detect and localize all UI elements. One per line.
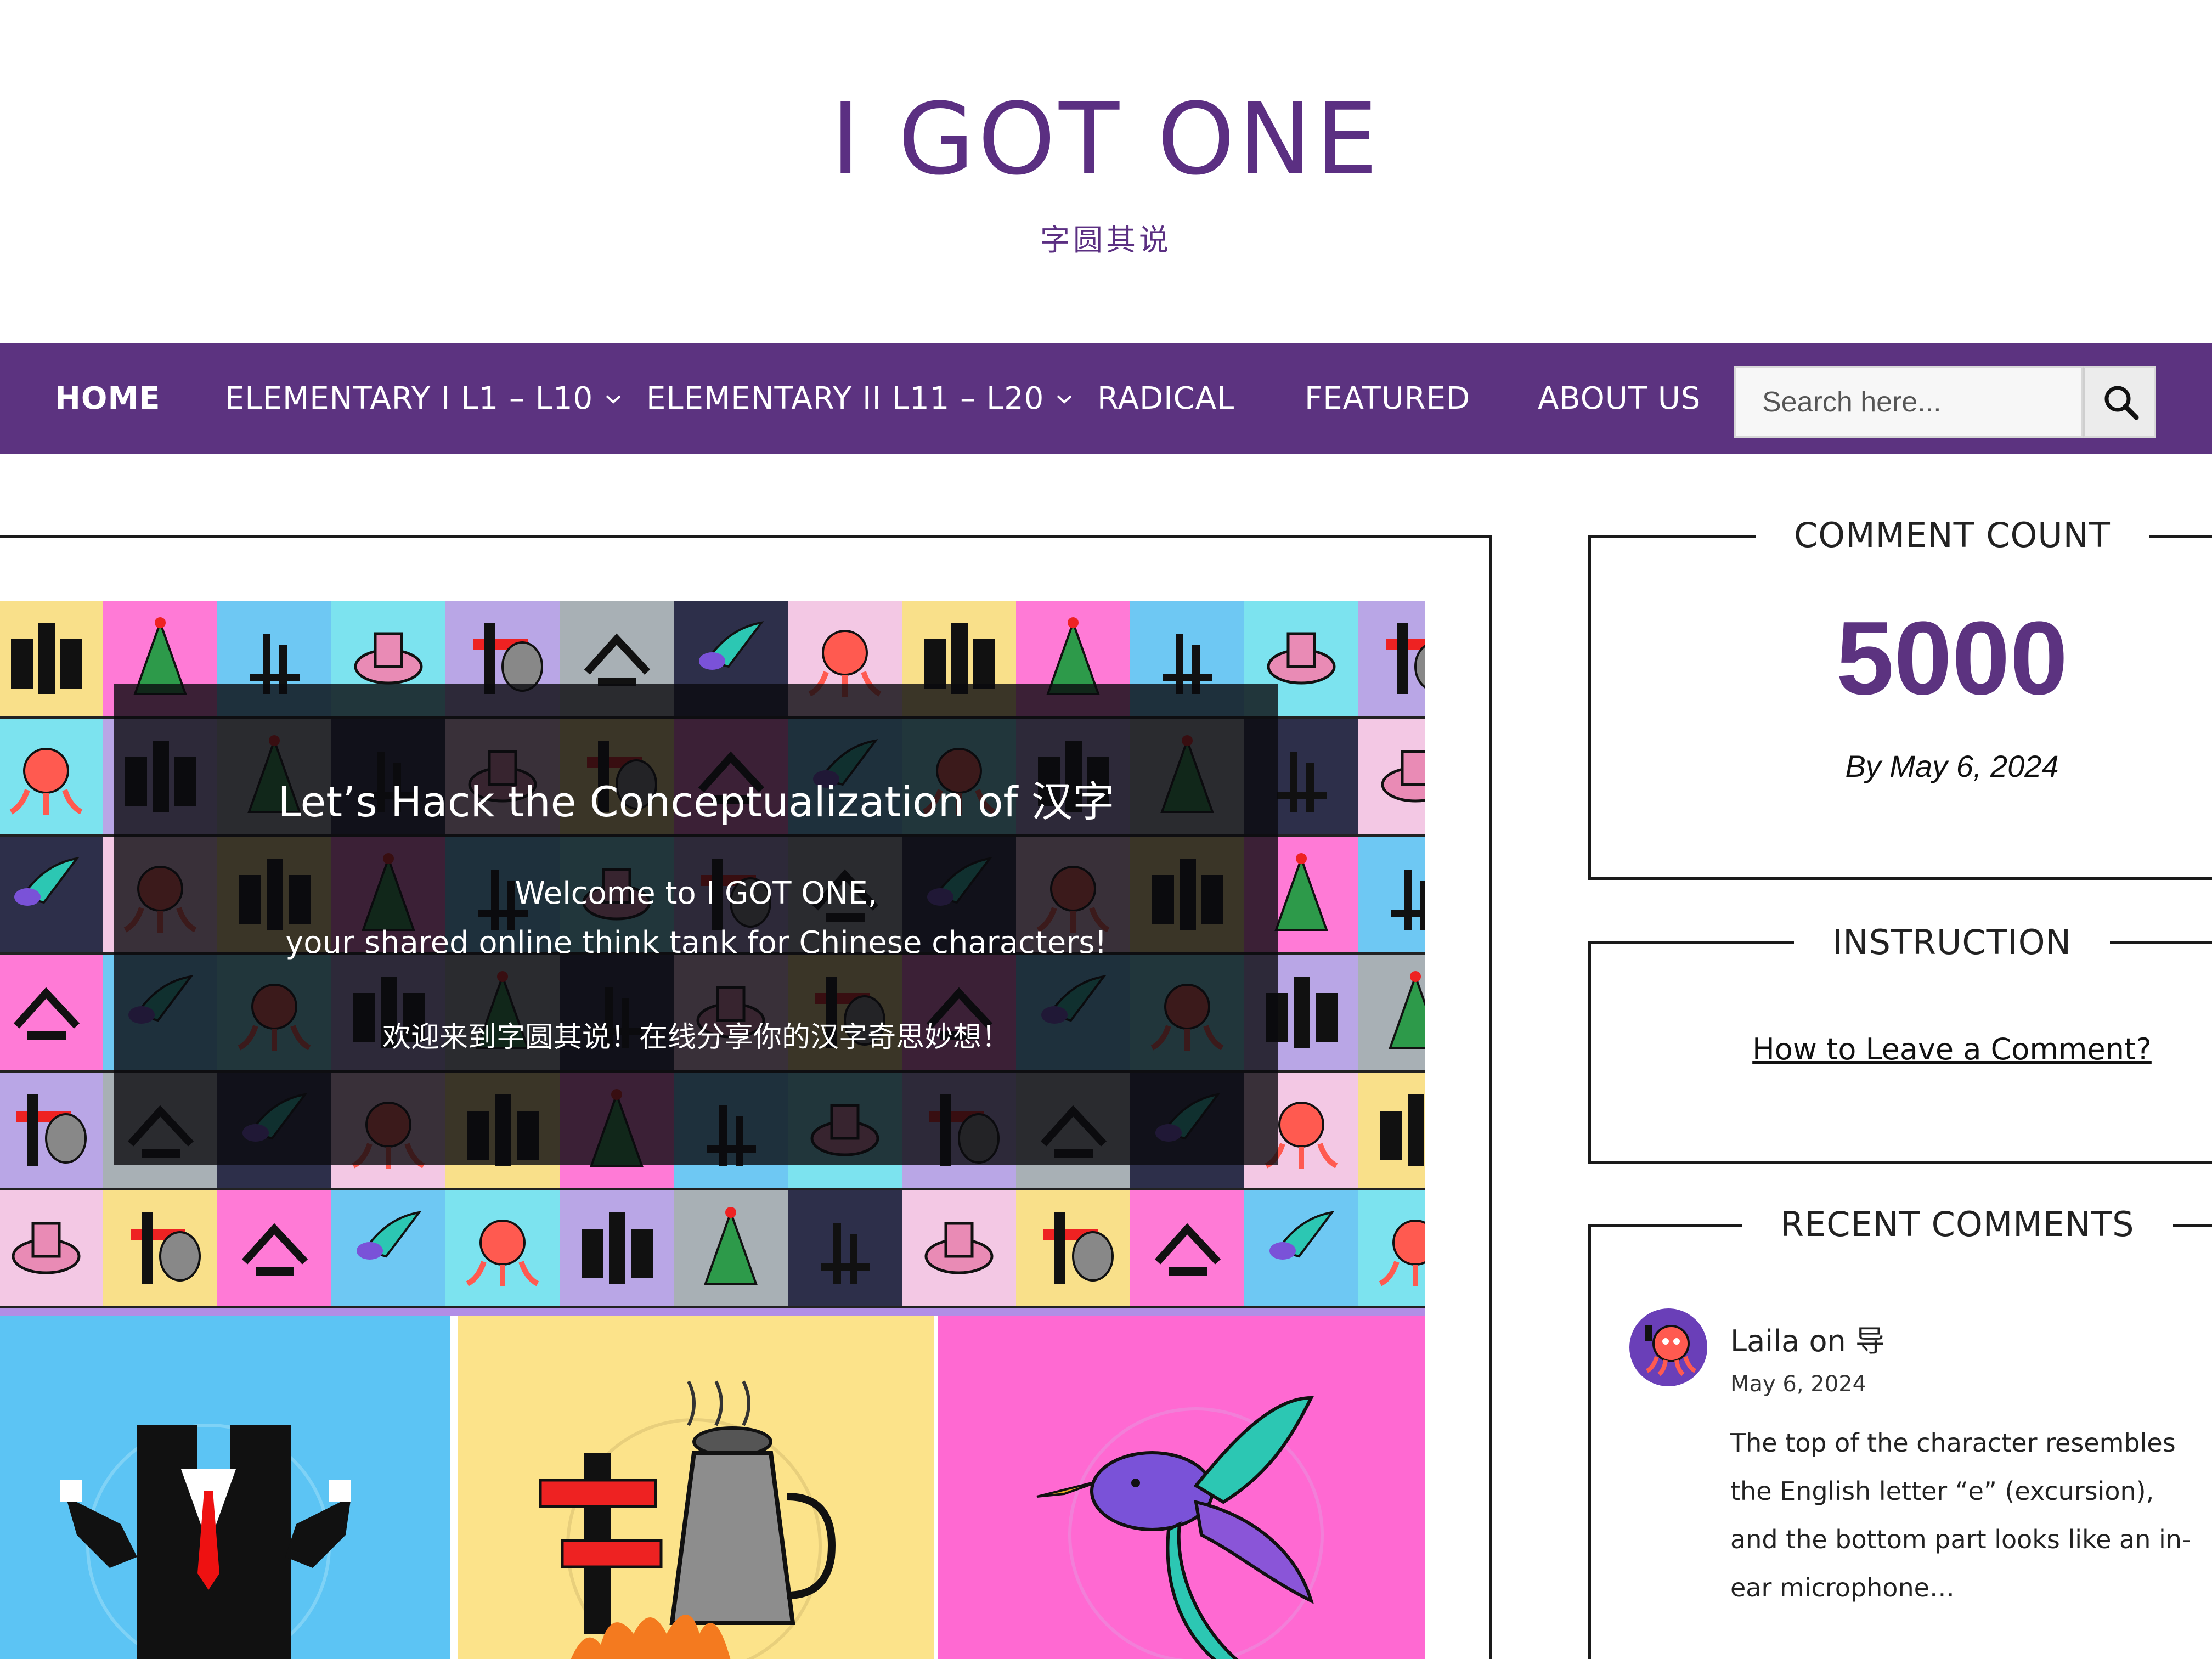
comment-count-widget: COMMENT COUNT 5000 By May 6, 2024 (1588, 515, 2212, 880)
chevron-down-icon (605, 339, 622, 450)
site-title[interactable]: I GOT ONE (0, 82, 2212, 197)
mosaic-tile (217, 1190, 331, 1306)
mosaic-tile (1358, 601, 1425, 716)
hero-welcome-line-1: Welcome to I GOT ONE, (515, 876, 878, 911)
search-icon (2104, 386, 2139, 420)
featured-card-bird[interactable] (938, 1316, 1425, 1659)
search-box (1734, 366, 2085, 438)
mosaic-tile (1130, 1190, 1244, 1306)
mosaic-tile (1358, 1190, 1425, 1306)
mosaic-tile (0, 955, 103, 1070)
nav-item-radical[interactable]: RADICAL (1097, 343, 1234, 454)
mosaic-tile (0, 837, 103, 952)
recent-comments-title: RECENT COMMENTS (1742, 1204, 2173, 1244)
mosaic-tile (1358, 719, 1425, 834)
hero-welcome-zh: 欢迎来到字圆其说！在线分享你的汉字奇思妙想！ (382, 1021, 1010, 1054)
nav-item-label: HOME (55, 381, 161, 416)
comment-author[interactable]: Laila on 导 (1730, 1317, 1885, 1360)
mosaic-tile (0, 719, 103, 834)
nav-item-label: ELEMENTARY II L11 – L20 (646, 381, 1045, 416)
nav-item-elementary-1[interactable]: ELEMENTARY I L1 – L10 (225, 343, 622, 454)
mosaic-tile (0, 601, 103, 716)
nav-item-label: RADICAL (1097, 381, 1235, 416)
mosaic-tile (103, 1190, 217, 1306)
comment-count-value: 5000 (1836, 600, 2068, 716)
mosaic-tile (0, 1190, 103, 1306)
kettle-character-illustration (539, 1380, 836, 1659)
main-navigation: HOME ELEMENTARY I L1 – L10 ELEMENTARY II… (0, 343, 2212, 454)
hero-title: Let’s Hack the Conceptualization of 汉字 (278, 777, 1115, 826)
nav-item-home[interactable]: HOME (55, 343, 160, 454)
hero-welcome-line-2: your shared online think tank for Chines… (285, 925, 1107, 961)
site-tagline: 字圆其说 (1040, 223, 1172, 257)
nav-item-label: ELEMENTARY I L1 – L10 (225, 381, 594, 416)
mosaic-tile (1016, 1190, 1130, 1306)
mosaic-tile (560, 1190, 674, 1306)
mosaic-tile (1358, 1073, 1425, 1188)
comment-count-date: By May 6, 2024 (1845, 749, 2059, 783)
instruction-title: INSTRUCTION (1794, 922, 2110, 962)
mosaic-tile (445, 1190, 560, 1306)
card-divider (0, 1308, 1425, 1316)
mosaic-tile (788, 1190, 902, 1306)
tuxedo-character-illustration (60, 1424, 351, 1659)
search-button[interactable] (2083, 366, 2156, 438)
bird-character-illustration (1036, 1396, 1324, 1659)
mosaic-tile (674, 1190, 788, 1306)
comment-date: May 6, 2024 (1730, 1372, 1867, 1397)
nav-item-featured[interactable]: FEATURED (1305, 343, 1470, 454)
hero-overlay (114, 684, 1278, 1165)
featured-card-tuxedo[interactable] (0, 1316, 450, 1659)
featured-card-kettle[interactable] (458, 1316, 934, 1659)
comment-count-title: COMMENT COUNT (1756, 515, 2149, 555)
instruction-widget: INSTRUCTION How to Leave a Comment? (1588, 922, 2212, 1164)
chevron-down-icon (1056, 339, 1073, 450)
site-header: I GOT ONE 字圆其说 (0, 0, 2212, 343)
nav-item-about-us[interactable]: ABOUT US (1538, 343, 1701, 454)
nav-item-elementary-2[interactable]: ELEMENTARY II L11 – L20 (646, 343, 1073, 454)
mosaic-tile (0, 1073, 103, 1188)
comment-excerpt[interactable]: The top of the character resembles the E… (1730, 1419, 2191, 1612)
nav-item-label: FEATURED (1305, 381, 1471, 416)
nav-item-label: ABOUT US (1538, 381, 1701, 416)
mosaic-tile (1244, 1190, 1358, 1306)
how-to-comment-link[interactable]: How to Leave a Comment? (1591, 1032, 2212, 1066)
octopus-avatar-icon[interactable] (1629, 1308, 1707, 1386)
mosaic-tile (1358, 955, 1425, 1070)
mosaic-tile (902, 1190, 1016, 1306)
mosaic-tile (1358, 837, 1425, 952)
mosaic-tile (331, 1190, 445, 1306)
search-input[interactable] (1736, 368, 2085, 436)
